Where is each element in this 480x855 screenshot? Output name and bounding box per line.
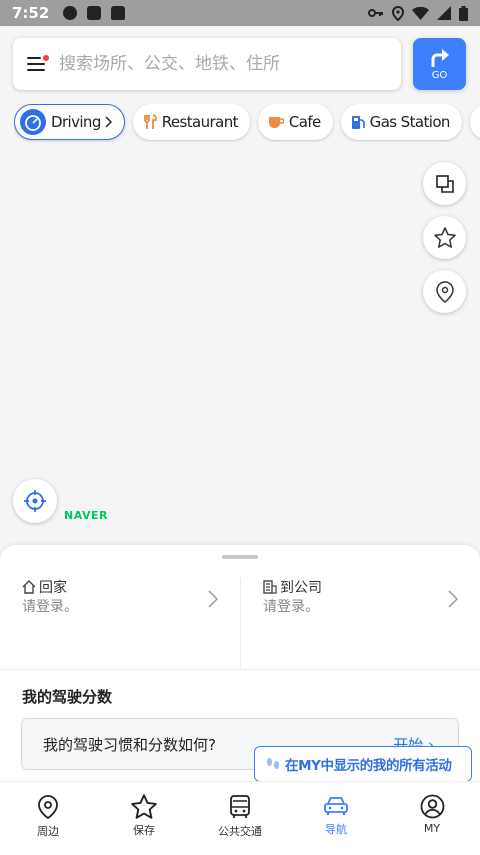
chip-ev[interactable]: EV — [469, 104, 480, 140]
crosshair-icon — [24, 490, 46, 512]
layers-icon — [435, 174, 454, 193]
status-bar: 7:52 — [0, 0, 480, 26]
search-input[interactable] — [59, 54, 379, 74]
wifi-icon — [412, 6, 429, 20]
current-location-button[interactable] — [13, 479, 57, 523]
route-home[interactable]: 回家 请登录。 — [0, 578, 240, 669]
chip-driving[interactable]: Driving — [14, 104, 125, 140]
alert-icon — [63, 6, 78, 20]
route-work-title: 到公司 — [280, 580, 322, 596]
battery-icon — [459, 5, 468, 21]
speedometer-icon — [20, 109, 46, 135]
footprints-icon — [267, 758, 279, 769]
place-pin-button[interactable] — [423, 270, 466, 313]
home-icon — [22, 580, 36, 594]
nav-my-label: MY — [423, 822, 441, 835]
star-icon — [433, 227, 456, 248]
chevron-right-icon — [448, 590, 458, 608]
nav-saved[interactable]: 保存 — [96, 782, 192, 855]
chip-label: Driving — [51, 113, 101, 131]
chip-restaurant[interactable]: Restaurant — [132, 104, 250, 140]
category-chips: Driving Restaurant Cafe Gas Station EV — [14, 104, 480, 142]
location-icon — [392, 5, 404, 21]
fuel-pump-icon — [351, 115, 365, 130]
android-notification-icon — [111, 6, 126, 20]
naver-logo: NAVER — [64, 509, 108, 522]
map-pin-icon — [435, 280, 454, 303]
driving-score-title: 我的驾驶分数 — [22, 688, 113, 706]
nav-navigation-label: 导航 — [325, 823, 347, 836]
search-bar[interactable] — [13, 38, 401, 90]
fork-knife-icon — [143, 114, 157, 130]
go-label: GO — [431, 69, 448, 81]
car-icon — [324, 797, 348, 815]
driving-score-question: 我的驾驶习惯和分数如何? — [43, 735, 216, 754]
chip-cafe[interactable]: Cafe — [257, 104, 333, 140]
coffee-cup-icon — [268, 115, 284, 129]
sheet-drag-handle[interactable] — [222, 555, 258, 559]
app-notification-icon — [87, 6, 102, 20]
key-icon — [368, 9, 383, 17]
quick-routes: 回家 请登录。 到公司 请登录。 — [0, 578, 480, 670]
favorites-button[interactable] — [423, 216, 466, 259]
office-icon — [263, 580, 277, 594]
chevron-right-icon — [105, 116, 112, 128]
nav-nearby[interactable]: 周边 — [0, 782, 96, 855]
route-work[interactable]: 到公司 请登录。 — [240, 578, 480, 669]
nav-my[interactable]: MY — [384, 782, 480, 855]
nav-saved-label: 保存 — [133, 824, 155, 837]
nav-navigation[interactable]: 导航 — [288, 782, 384, 855]
my-activity-tooltip[interactable]: 在MY中显示的我的所有活动 — [254, 746, 472, 791]
chevron-right-icon — [208, 590, 218, 608]
layers-button[interactable] — [423, 162, 466, 205]
tooltip-text: 在MY中显示的我的所有活动 — [285, 758, 452, 774]
bus-icon — [230, 795, 250, 818]
nav-transit[interactable]: 公共交通 — [192, 782, 288, 855]
nav-transit-label: 公共交通 — [218, 825, 262, 838]
profile-icon — [420, 794, 444, 819]
go-button[interactable]: GO — [413, 38, 466, 90]
chip-gas-station[interactable]: Gas Station — [340, 104, 462, 140]
route-home-title: 回家 — [39, 580, 67, 596]
status-time: 7:52 — [12, 4, 50, 22]
chip-label: Gas Station — [369, 113, 451, 131]
nearby-pin-icon — [38, 795, 58, 820]
chip-label: Restaurant — [161, 113, 239, 131]
signal-icon — [437, 6, 451, 20]
star-icon — [131, 794, 157, 819]
bottom-navigation: 周边 保存 公共交通 导航 MY — [0, 781, 480, 855]
nav-nearby-label: 周边 — [37, 825, 59, 838]
turn-right-arrow-icon — [431, 48, 449, 67]
chip-label: Cafe — [288, 113, 321, 131]
menu-icon[interactable] — [27, 55, 49, 73]
